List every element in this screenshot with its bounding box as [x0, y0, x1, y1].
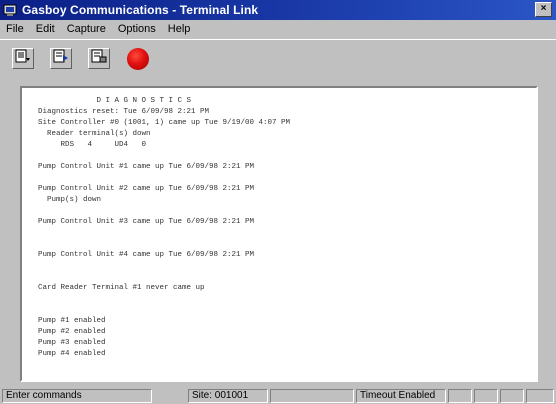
menu-bar: File Edit Capture Options Help	[0, 20, 556, 38]
status-bar: Enter commands Site: 001001 Timeout Enab…	[0, 388, 556, 404]
terminal-line: Pump Control Unit #3 came up Tue 6/09/98…	[38, 218, 255, 226]
record-button[interactable]	[127, 48, 149, 70]
status-blank-3	[474, 389, 498, 403]
terminal-line: D I A G N O S T I C S	[38, 97, 192, 105]
capture-button[interactable]	[12, 48, 34, 69]
capture-icon	[15, 49, 31, 68]
terminal-line: Diagnostics reset: Tue 6/09/98 2:21 PM	[38, 108, 210, 116]
menu-capture[interactable]: Capture	[61, 23, 112, 35]
title-bar[interactable]: Gasboy Communications - Terminal Link ×	[0, 0, 556, 20]
terminal-line: Pump(s) down	[38, 196, 102, 204]
status-blank-2	[448, 389, 472, 403]
status-blank-5	[526, 389, 554, 403]
terminal-line: Pump Control Unit #4 came up Tue 6/09/98…	[38, 251, 255, 259]
receive-button[interactable]	[88, 48, 110, 69]
terminal-line: Pump #1 enabled	[38, 317, 106, 325]
status-site: Site: 001001	[188, 389, 268, 403]
terminal-output[interactable]: D I A G N O S T I C S Diagnostics reset: …	[20, 86, 538, 382]
send-icon	[53, 49, 69, 68]
menu-help[interactable]: Help	[162, 23, 197, 35]
toolbar	[0, 39, 556, 75]
terminal-line: Pump #3 enabled	[38, 339, 106, 347]
send-button[interactable]	[50, 48, 72, 69]
receive-icon	[91, 49, 107, 68]
terminal-line: RDS 4 UD4 0	[38, 141, 147, 149]
terminal-line: Reader terminal(s) down	[38, 130, 151, 138]
app-icon	[3, 3, 17, 17]
status-message: Enter commands	[2, 389, 152, 403]
menu-file[interactable]: File	[0, 23, 30, 35]
terminal-text: D I A G N O S T I C S Diagnostics reset: …	[38, 96, 291, 380]
status-blank-4	[500, 389, 524, 403]
terminal-line: Site Controller #0 (1001, 1) came up Tue…	[38, 119, 291, 127]
terminal-line: Pump Control Unit #1 came up Tue 6/09/98…	[38, 163, 255, 171]
menu-edit[interactable]: Edit	[30, 23, 61, 35]
status-timeout: Timeout Enabled	[356, 389, 446, 403]
terminal-line: Pump Control Unit #2 came up Tue 6/09/98…	[38, 185, 255, 193]
terminal-line: Pump #2 enabled	[38, 328, 106, 336]
status-blank-1	[270, 389, 354, 403]
window-title: Gasboy Communications - Terminal Link	[22, 3, 259, 17]
menu-options[interactable]: Options	[112, 23, 162, 35]
close-button[interactable]: ×	[535, 2, 552, 17]
app-window: Gasboy Communications - Terminal Link × …	[0, 0, 556, 404]
terminal-line: Card Reader Terminal #1 never came up	[38, 284, 205, 292]
terminal-line: Pump #4 enabled	[38, 350, 106, 358]
